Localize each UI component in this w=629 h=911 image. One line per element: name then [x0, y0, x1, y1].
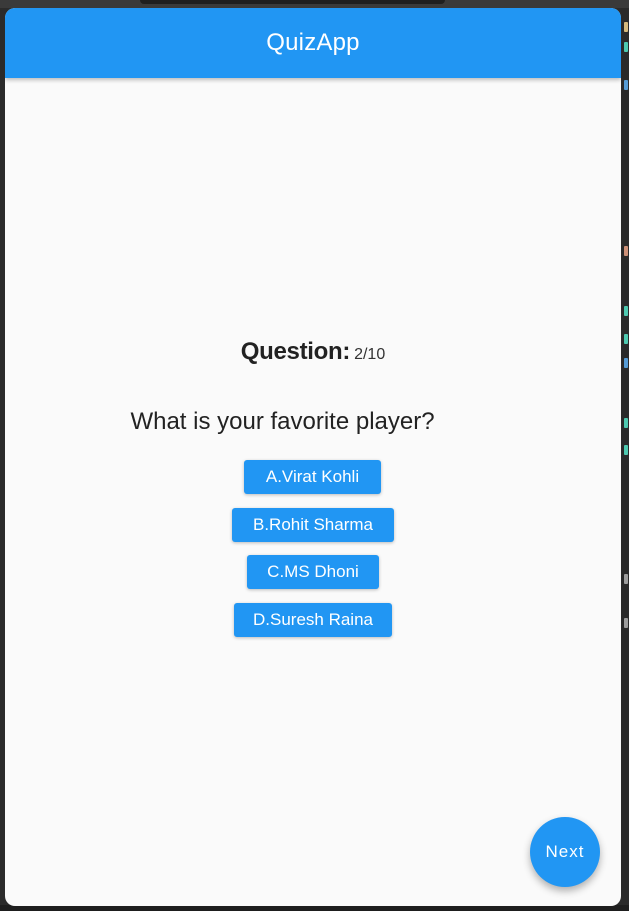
app-window: QuizApp Question: 2/10 What is your favor… — [5, 8, 621, 906]
editor-edge-mark — [624, 445, 628, 455]
editor-edge-mark — [624, 358, 628, 368]
question-header: Question: 2/10 — [5, 338, 621, 366]
option-a-button[interactable]: A.Virat Kohli — [244, 460, 381, 494]
desktop-background: QuizApp Question: 2/10 What is your favor… — [0, 0, 629, 911]
editor-edge-mark — [624, 334, 628, 344]
editor-edge-mark — [624, 574, 628, 584]
option-c-button[interactable]: C.MS Dhoni — [247, 555, 379, 589]
question-counter: 2/10 — [354, 346, 386, 363]
question-text: What is your favorite player? — [130, 408, 435, 435]
editor-edge-mark — [624, 418, 628, 428]
app-bar: QuizApp — [5, 8, 621, 78]
next-button[interactable]: Next — [530, 817, 600, 887]
question-label: Question: — [240, 338, 351, 365]
option-b-button[interactable]: B.Rohit Sharma — [232, 508, 394, 542]
option-d-button[interactable]: D.Suresh Raina — [234, 603, 392, 637]
editor-edge-mark — [624, 618, 628, 628]
app-title: QuizApp — [266, 29, 360, 56]
editor-edge-mark — [624, 22, 628, 32]
editor-edge-mark — [624, 306, 628, 316]
window-top-notch — [140, 0, 445, 4]
editor-edge-mark — [624, 246, 628, 256]
background-editor-edge — [621, 8, 629, 911]
editor-edge-mark — [624, 42, 628, 52]
editor-edge-mark — [624, 80, 628, 90]
